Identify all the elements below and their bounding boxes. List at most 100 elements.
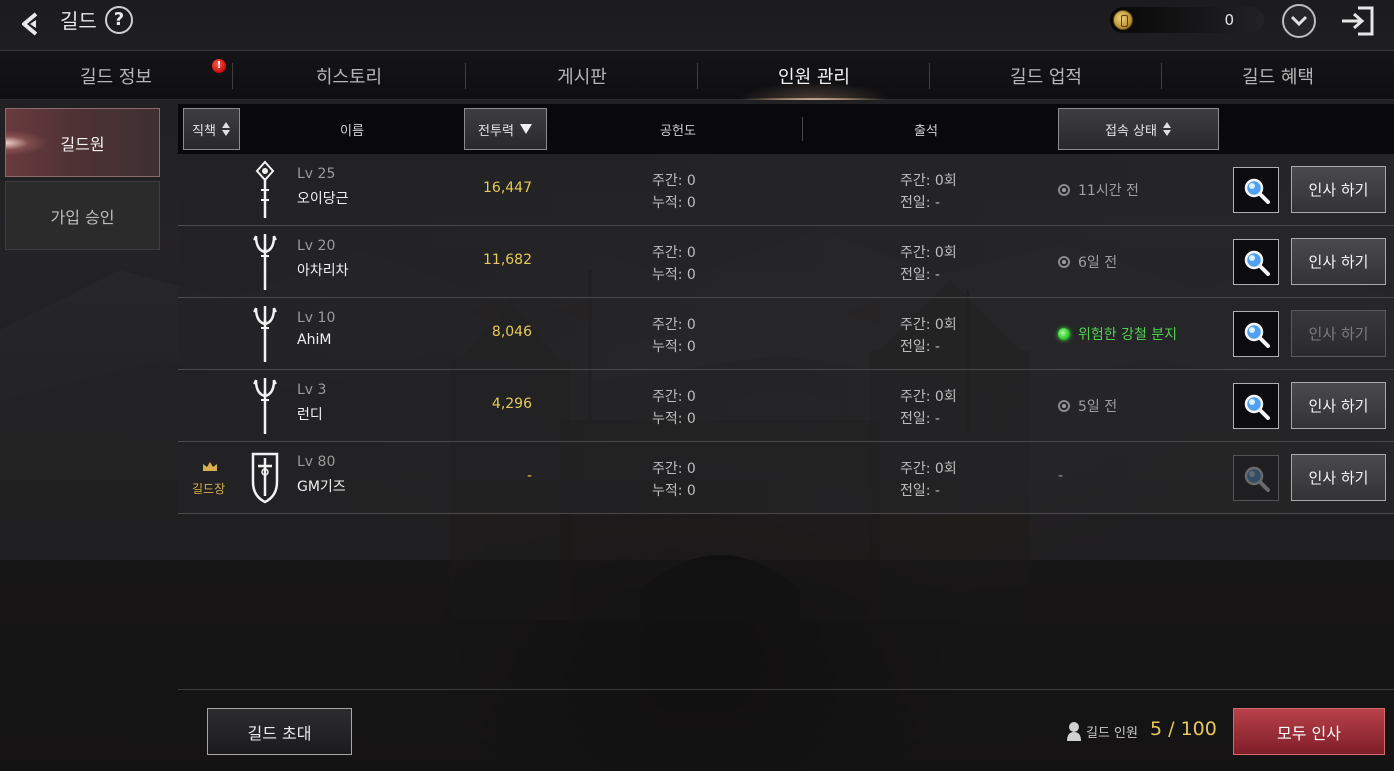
member-status: - [1058, 468, 1063, 484]
view-profile-button[interactable] [1233, 167, 1279, 213]
contribution-total: 누적: 0 [652, 483, 696, 499]
greet-button[interactable]: 인사 하기 [1291, 166, 1386, 213]
online-dot-icon [1058, 328, 1070, 340]
tab-guild-achievements[interactable]: 길드 업적 [930, 51, 1162, 100]
tab-bar: 길드 정보 ! 히스토리 게시판 인원 관리 길드 업적 길드 혜택 [0, 50, 1394, 100]
sort-updown-icon [1162, 122, 1171, 136]
member-count-label: 길드 인원 [1086, 726, 1138, 741]
column-contribution-label: 공헌도 [660, 123, 696, 139]
back-button[interactable] [14, 6, 50, 42]
member-attendance: 주간: 0회 전일: - [900, 314, 957, 358]
sidebar-item-label: 가입 승인 [50, 207, 115, 227]
tab-guild-benefits[interactable]: 길드 혜택 [1162, 51, 1394, 100]
magnifier-icon [1244, 178, 1270, 204]
member-power: 8,046 [491, 324, 532, 340]
member-attendance: 주간: 0회 전일: - [900, 386, 957, 430]
member-name: 오이당근 [297, 191, 349, 207]
member-row[interactable]: 길드장 Lv 80 GM기즈 - 주간: 0 누적: 0 주간: 0회 전일: … [178, 442, 1394, 514]
back-arrow-icon [22, 12, 38, 36]
sidebar-item-members[interactable]: 길드원 [5, 108, 160, 177]
tab-label: 히스토리 [315, 66, 383, 88]
sort-status-button[interactable]: 접속 상태 [1058, 108, 1219, 150]
status-text: 5일 전 [1078, 399, 1118, 415]
sort-rank-button[interactable]: 직책 [183, 108, 240, 150]
offline-dot-icon [1058, 256, 1070, 268]
expand-menu-button[interactable] [1282, 4, 1316, 38]
contribution-total: 누적: 0 [652, 339, 696, 355]
tab-history[interactable]: 히스토리 [233, 51, 465, 100]
footer-divider [178, 689, 1394, 690]
member-contribution: 주간: 0 누적: 0 [652, 386, 696, 430]
sort-down-icon [519, 124, 532, 134]
greet-button[interactable]: 인사 하기 [1291, 238, 1386, 285]
question-mark-icon[interactable]: ? [105, 6, 133, 34]
greet-all-button[interactable]: 모두 인사 [1233, 708, 1385, 755]
member-level: Lv 10 [297, 310, 336, 326]
contribution-weekly: 주간: 0 [652, 389, 696, 405]
member-contribution: 주간: 0 누적: 0 [652, 314, 696, 358]
contribution-weekly: 주간: 0 [652, 317, 696, 333]
magnifier-icon [1244, 394, 1270, 420]
offline-dot-icon [1058, 400, 1070, 412]
attendance-weekly: 주간: 0회 [900, 461, 957, 477]
contribution-total: 누적: 0 [652, 411, 696, 427]
contribution-weekly: 주간: 0 [652, 245, 696, 261]
member-status: 6일 전 [1058, 252, 1117, 272]
member-level: Lv 80 [297, 454, 336, 470]
contribution-weekly: 주간: 0 [652, 173, 696, 189]
view-profile-button[interactable] [1233, 311, 1279, 357]
member-row[interactable]: Lv 10 AhiM 8,046 주간: 0 누적: 0 주간: 0회 전일: … [178, 298, 1394, 370]
member-table-header: 직책 이름 전투력 공헌도 출석 접속 상태 [178, 104, 1394, 154]
tab-label: 인원 관리 [778, 66, 850, 88]
trident-class-icon [252, 376, 278, 434]
contribution-total: 누적: 0 [652, 195, 696, 211]
column-status-label: 접속 상태 [1105, 123, 1157, 139]
magnifier-icon [1244, 250, 1270, 276]
greet-button[interactable]: 인사 하기 [1291, 454, 1386, 501]
member-name: 아차리차 [297, 263, 349, 279]
offline-dot-icon [1058, 184, 1070, 196]
member-row[interactable]: Lv 3 런디 4,296 주간: 0 누적: 0 주간: 0회 전일: - 5… [178, 370, 1394, 442]
tab-member-management[interactable]: 인원 관리 [698, 51, 930, 100]
contribution-weekly: 주간: 0 [652, 461, 696, 477]
view-profile-button[interactable] [1233, 239, 1279, 285]
tab-board[interactable]: 게시판 [466, 51, 698, 100]
view-profile-button [1233, 455, 1279, 501]
magnifier-icon [1244, 322, 1270, 348]
guild-invite-button[interactable]: 길드 초대 [207, 708, 352, 755]
member-attendance: 주간: 0회 전일: - [900, 170, 957, 214]
greet-button[interactable]: 인사 하기 [1291, 382, 1386, 429]
exit-button[interactable] [1338, 2, 1378, 40]
member-count-value: 5 / 100 [1150, 718, 1217, 740]
member-status: 5일 전 [1058, 396, 1117, 416]
status-location: 위험한 강철 분지 [1078, 327, 1178, 343]
member-row[interactable]: Lv 25 오이당근 16,447 주간: 0 누적: 0 주간: 0회 전일:… [178, 154, 1394, 226]
trident-class-icon [252, 232, 278, 290]
sidebar-item-join-approval[interactable]: 가입 승인 [5, 181, 160, 250]
member-power: 4,296 [491, 396, 532, 412]
sort-updown-icon [221, 122, 230, 136]
chevron-down-icon [1290, 15, 1308, 27]
attendance-weekly: 주간: 0회 [900, 389, 957, 405]
tab-label: 길드 업적 [1010, 66, 1082, 88]
sort-power-button[interactable]: 전투력 [464, 108, 547, 150]
tab-label: 길드 정보 [80, 66, 152, 88]
column-name-header: 이름 [288, 104, 416, 154]
column-name-label: 이름 [340, 123, 364, 139]
top-bar: 길드 ? 0 [0, 0, 1394, 50]
contribution-total: 누적: 0 [652, 267, 696, 283]
member-row[interactable]: Lv 20 아차리차 11,682 주간: 0 누적: 0 주간: 0회 전일:… [178, 226, 1394, 298]
column-contribution-header: 공헌도 [598, 104, 758, 154]
status-text: 11시간 전 [1078, 183, 1139, 199]
member-contribution: 주간: 0 누적: 0 [652, 242, 696, 286]
attendance-previous-day: 전일: - [900, 267, 940, 283]
member-attendance: 주간: 0회 전일: - [900, 242, 957, 286]
view-profile-button[interactable] [1233, 383, 1279, 429]
status-text: 6일 전 [1078, 255, 1118, 271]
member-power: - [526, 468, 532, 484]
tab-guild-info[interactable]: 길드 정보 [0, 51, 232, 100]
attendance-weekly: 주간: 0회 [900, 245, 957, 261]
member-name: AhiM [297, 332, 332, 348]
member-level: Lv 25 [297, 166, 336, 182]
member-name: 런디 [297, 407, 323, 423]
